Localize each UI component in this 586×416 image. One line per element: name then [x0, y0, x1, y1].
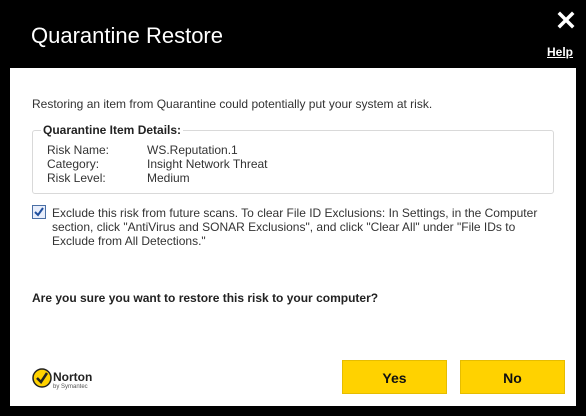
- brand-sub: by Symantec: [53, 384, 88, 390]
- close-icon[interactable]: [556, 10, 576, 30]
- help-link[interactable]: Help: [547, 45, 573, 59]
- detail-value: WS.Reputation.1: [147, 143, 238, 157]
- checkmark-icon: [34, 207, 44, 217]
- details-legend: Quarantine Item Details:: [41, 123, 184, 137]
- confirm-question: Are you sure you want to restore this ri…: [32, 291, 379, 305]
- quarantine-restore-window: Quarantine Restore Help Restoring an ite…: [0, 0, 586, 416]
- window-title: Quarantine Restore: [31, 23, 223, 48]
- intro-text: Restoring an item from Quarantine could …: [32, 97, 433, 111]
- detail-key: Risk Level:: [47, 171, 106, 185]
- detail-value: Medium: [147, 171, 190, 185]
- exclude-text: Exclude this risk from future scans. To …: [52, 206, 538, 248]
- brand-name: Norton: [53, 370, 93, 384]
- dialog-content: Restoring an item from Quarantine could …: [10, 68, 576, 406]
- no-button[interactable]: No: [460, 360, 565, 394]
- quarantine-item-details: Quarantine Item Details: Risk Name: WS.R…: [32, 123, 554, 194]
- detail-value: Insight Network Threat: [147, 157, 268, 171]
- detail-key: Risk Name:: [47, 143, 110, 157]
- exclude-checkbox[interactable]: [32, 205, 46, 219]
- yes-button[interactable]: Yes: [342, 360, 447, 394]
- norton-check-icon: [32, 368, 52, 388]
- norton-logo: Norton by Symantec: [32, 366, 112, 396]
- detail-key: Category:: [47, 157, 100, 171]
